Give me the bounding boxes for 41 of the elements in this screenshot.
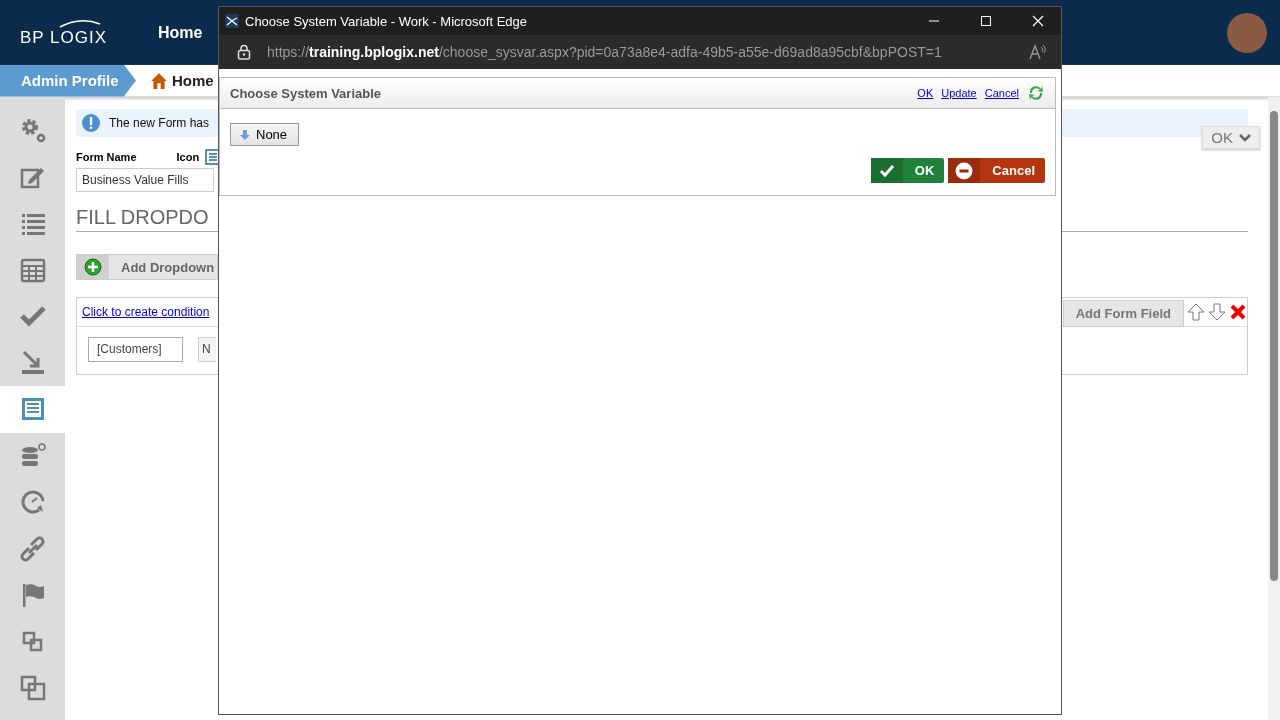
- refresh-icon[interactable]: [1027, 84, 1045, 102]
- input-field[interactable]: N: [198, 337, 216, 362]
- check-icon: [878, 162, 895, 179]
- arrow-down-icon[interactable]: [1208, 303, 1226, 321]
- field-label: Form Name: [76, 151, 137, 163]
- link-icon: [18, 534, 47, 563]
- dialog-link[interactable]: OK: [917, 87, 934, 99]
- window-title: Choose System Variable - Work - Microsoft Edge: [245, 13, 527, 29]
- sidebar-item[interactable]: [0, 386, 65, 433]
- dialog-link[interactable]: Cancel: [984, 87, 1019, 99]
- info-icon: [81, 113, 101, 133]
- breadcrumb-item[interactable]: Home: [150, 71, 214, 90]
- add-form-field-button[interactable]: Add Form Field: [1062, 299, 1184, 327]
- add-dropdown-button[interactable]: Add Dropdown: [76, 254, 218, 280]
- home-icon: [150, 71, 168, 90]
- ok-dropdown[interactable]: OK: [1202, 126, 1260, 149]
- arrow-up-icon[interactable]: [1187, 303, 1205, 321]
- input-field[interactable]: [Customers]: [88, 337, 183, 362]
- copy-icon: [18, 674, 47, 703]
- plus-icon: [84, 258, 102, 276]
- edge-app-icon: [225, 14, 239, 28]
- nav-link[interactable]: Home: [158, 23, 203, 42]
- maximize-icon[interactable]: [980, 15, 992, 27]
- input-field[interactable]: Business Value Fills: [76, 168, 214, 192]
- lock-icon: [237, 44, 251, 60]
- arrow-down-icon: [239, 128, 251, 141]
- dialog-title: Choose System Variable: [230, 85, 382, 101]
- read-aloud-icon[interactable]: [1029, 44, 1047, 60]
- condition-link[interactable]: Click to create condition: [82, 305, 210, 319]
- minus-circle-icon: [955, 161, 974, 180]
- dialog-link[interactable]: Update: [941, 87, 977, 99]
- field-label: Icon: [176, 151, 200, 163]
- close-icon[interactable]: [1032, 15, 1044, 27]
- scrollbar[interactable]: [1268, 97, 1280, 720]
- chevron-down-icon: [1239, 133, 1251, 142]
- delete-icon[interactable]: [1229, 303, 1247, 321]
- cancel-button[interactable]: Cancel: [948, 158, 1045, 183]
- ok-button[interactable]: OK: [870, 158, 945, 183]
- logo: BP LOGIX: [20, 17, 112, 48]
- notice-text: The new Form has: [109, 116, 210, 130]
- none-button[interactable]: None: [230, 123, 300, 146]
